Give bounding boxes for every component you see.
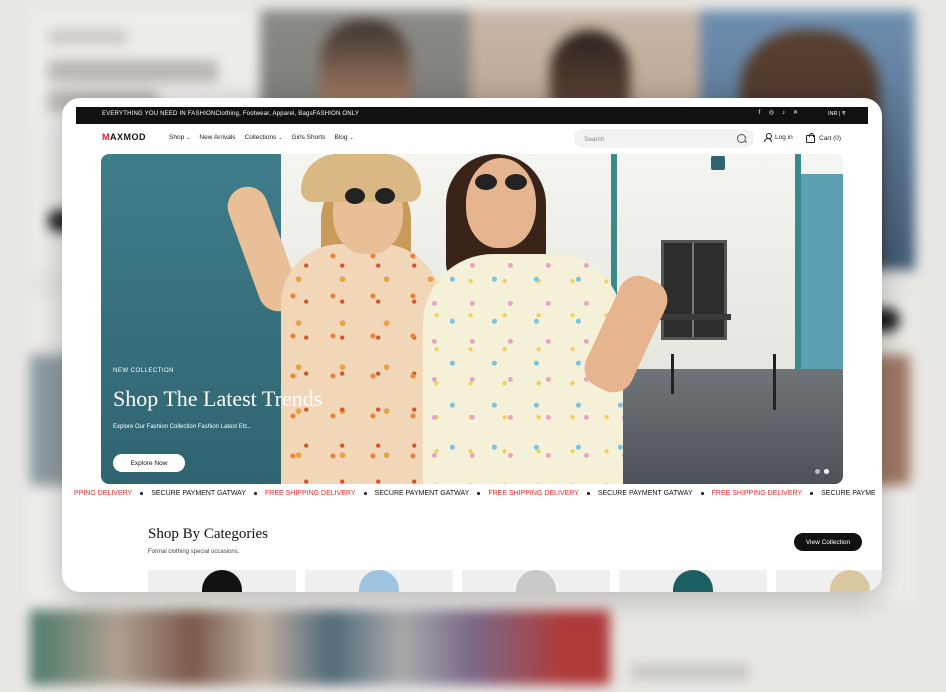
category-card[interactable]: [776, 570, 882, 592]
chevron-down-icon: ⌄: [186, 135, 191, 141]
cart-icon: [806, 133, 815, 143]
nav-label: Blog: [334, 134, 348, 141]
social-links: f ◎ ♪ ✕: [756, 110, 799, 117]
bullet-icon: [810, 492, 814, 495]
cart-link[interactable]: Cart (0): [806, 133, 841, 143]
view-collection-button[interactable]: View Collection: [794, 533, 862, 551]
login-label: Log in: [775, 133, 793, 141]
nav-label: Shop: [169, 134, 185, 141]
main-nav: Shop ⌄ New Arrivals Collections ⌄ Girls Sh…: [169, 134, 354, 141]
nav-label: New Arrivals: [199, 134, 236, 141]
hero-photo-side-building: [801, 174, 843, 374]
hero-banner: NEW COLLECTION Shop The Latest Trends Ex…: [101, 154, 843, 484]
facebook-icon[interactable]: f: [756, 110, 763, 117]
sunglasses: [475, 174, 497, 190]
hero-eyebrow: NEW COLLECTION: [113, 368, 175, 374]
sunglasses: [345, 188, 365, 204]
user-icon: [764, 133, 772, 142]
hero-subtitle: Explore Our Fashion Collection Fashion L…: [113, 424, 251, 430]
hero-photo-balcony: [653, 314, 731, 320]
search-icon[interactable]: [737, 134, 746, 143]
hero-title: Shop The Latest Trends: [113, 386, 323, 411]
marquee-item: SECURE PAYMENT GATWAY: [597, 490, 693, 497]
logo-text: AXMOD: [110, 132, 146, 142]
tiktok-icon[interactable]: ♪: [780, 110, 787, 117]
search-input[interactable]: [582, 133, 736, 146]
category-card[interactable]: [462, 570, 610, 592]
nav-item-new-arrivals[interactable]: New Arrivals: [199, 134, 235, 141]
marquee-item: FREE SHIPPING DELIVERY: [711, 490, 803, 497]
nav-item-collections[interactable]: Collections ⌄: [245, 134, 283, 141]
marquee-item: SECURE PAYME: [821, 490, 876, 497]
x-icon[interactable]: ✕: [792, 110, 799, 117]
slider-dots: [815, 469, 829, 474]
hero-photo-lamp: [711, 156, 725, 170]
nav-item-shop[interactable]: Shop ⌄: [169, 134, 190, 141]
categories-title: Shop By Categories: [148, 526, 268, 542]
marquee-item: FREE SHIPPING DELIVERY: [488, 490, 579, 497]
search-bar: [574, 129, 754, 148]
category-image: [516, 570, 556, 592]
marquee-item: SECURE PAYMENT GATWAY: [151, 490, 247, 497]
nav-label: Collections: [244, 134, 277, 141]
promo-marquee: PPING DELIVERY SECURE PAYMENT GATWAY FREE …: [62, 488, 882, 502]
marquee-track: PPING DELIVERY SECURE PAYMENT GATWAY FREE …: [74, 490, 882, 497]
login-link[interactable]: Log in: [764, 133, 793, 142]
hero-photo-window: [661, 240, 727, 340]
model-face: [466, 158, 536, 248]
announcement-bar: EVERYTHING YOU NEED IN FASHIONClothing, …: [76, 107, 868, 124]
categories-subtitle: Formal clothing special occasions.: [148, 549, 240, 555]
chevron-down-icon: ⌄: [278, 135, 283, 141]
instagram-icon[interactable]: ◎: [768, 110, 775, 117]
category-image: [202, 570, 242, 592]
currency-selector[interactable]: INR | ₹: [828, 111, 845, 117]
site-logo[interactable]: MAXMOD: [102, 132, 146, 142]
category-image: [673, 570, 713, 592]
marquee-item: PPING DELIVERY: [74, 490, 133, 497]
sunglasses: [505, 174, 527, 190]
category-cards: [148, 570, 882, 592]
bullet-icon: [363, 492, 367, 495]
bullet-icon: [586, 492, 590, 495]
site-header: MAXMOD Shop ⌄ New Arrivals Collections ⌄ G…: [76, 128, 868, 150]
category-card[interactable]: [148, 570, 296, 592]
category-image: [830, 570, 870, 592]
bg-panel-photos: [30, 610, 610, 685]
nav-item-blog[interactable]: Blog ⌄: [334, 134, 353, 141]
model-dress: [281, 244, 441, 484]
marquee-item: SECURE PAYMENT GATWAY: [374, 490, 470, 497]
explore-now-button[interactable]: Explore Now: [113, 454, 185, 472]
category-image: [359, 570, 399, 592]
logo-letter: M: [102, 132, 110, 142]
nav-item-girls-shorts[interactable]: Girls Shorts: [292, 134, 326, 141]
hero-photo-post: [773, 354, 776, 410]
bullet-icon: [140, 492, 144, 495]
website-preview-card: EVERYTHING YOU NEED IN FASHIONClothing, …: [62, 98, 882, 592]
category-card[interactable]: [305, 570, 453, 592]
slider-dot[interactable]: [815, 469, 820, 474]
marquee-item: FREE SHIPPING DELIVERY: [265, 490, 356, 497]
nav-label: Girls Shorts: [291, 134, 326, 141]
bullet-icon: [254, 492, 258, 495]
bullet-icon: [477, 492, 481, 495]
sunglasses: [375, 188, 395, 204]
category-card[interactable]: [619, 570, 767, 592]
slider-dot-active[interactable]: [824, 469, 829, 474]
chevron-down-icon: ⌄: [349, 135, 354, 141]
announcement-text: EVERYTHING YOU NEED IN FASHIONClothing, …: [102, 111, 360, 117]
bg-panel-text: [630, 665, 750, 679]
bullet-icon: [700, 492, 704, 495]
hero-photo-post: [671, 354, 674, 394]
cart-label: Cart (0): [819, 134, 842, 142]
